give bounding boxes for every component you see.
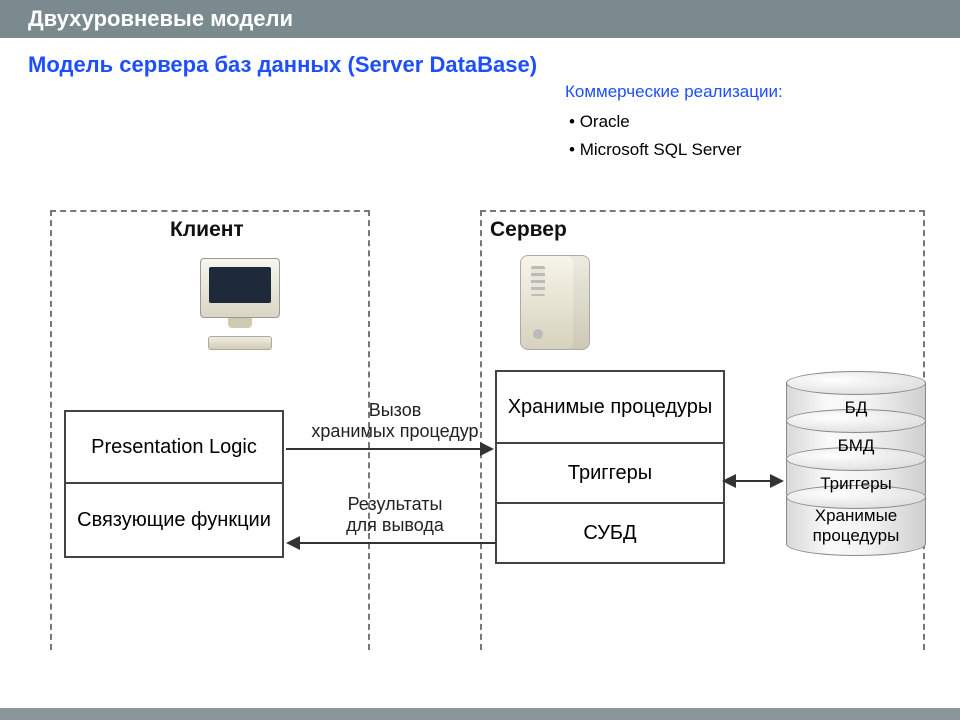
arrow-call-line [286, 448, 482, 450]
slide-title: Двухуровневые модели [0, 0, 960, 38]
slide-subtitle: Модель сервера баз данных (Server DataBa… [0, 38, 960, 84]
architecture-diagram: Клиент Сервер Presentation Logic Связующ… [40, 200, 940, 670]
cylinder-label: Хранимые процедуры [787, 506, 925, 545]
server-box-dbms: СУБД [495, 504, 725, 564]
implementations-header: Коммерческие реализации: [565, 82, 783, 102]
arrow-label-result: Результаты для вывода [310, 494, 480, 536]
client-box-binding-functions: Связующие функции [64, 484, 284, 558]
cylinder-label: БМД [838, 432, 875, 456]
database-stack: БД БМД Триггеры Хранимые процедуры [786, 382, 926, 556]
arrow-label-call: Вызов хранимых процедур [310, 400, 480, 442]
server-tower-icon [520, 255, 590, 350]
computer-icon [185, 258, 295, 350]
server-box-stored-procedures: Хранимые процедуры [495, 370, 725, 444]
arrow-result-head-icon [286, 536, 300, 550]
client-box-presentation-logic: Presentation Logic [64, 410, 284, 484]
double-arrow-right-head-icon [770, 474, 784, 488]
implementations-block: Коммерческие реализации: Oracle Microsof… [565, 82, 783, 168]
arrow-result-line [300, 542, 496, 544]
cylinder-label: БД [845, 394, 868, 418]
arrow-call-head-icon [480, 442, 494, 456]
double-arrow-left-head-icon [722, 474, 736, 488]
cylinder-label: Триггеры [820, 470, 892, 494]
server-title: Сервер [490, 218, 567, 242]
server-box-triggers: Триггеры [495, 444, 725, 504]
client-title: Клиент [170, 218, 244, 242]
footer-stripe [0, 708, 960, 720]
implementation-item: Microsoft SQL Server [569, 140, 783, 160]
implementation-item: Oracle [569, 112, 783, 132]
cylinder-stored-procedures: Хранимые процедуры [786, 496, 926, 556]
